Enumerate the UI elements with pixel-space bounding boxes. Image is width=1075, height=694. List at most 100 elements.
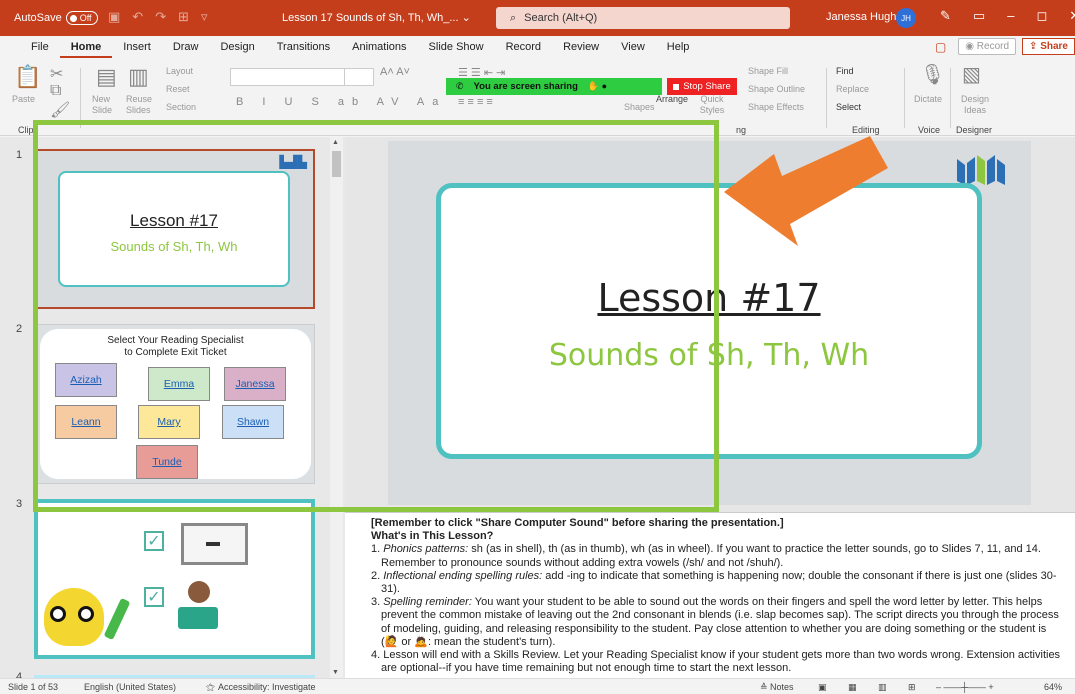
slide-thumbnail-3[interactable]: ✓ ✓ — [34, 499, 315, 659]
text-format-icons[interactable]: B I U S ab AV Aa — [236, 96, 446, 108]
close-icon[interactable]: ✕ — [1069, 8, 1075, 24]
font-grow-icon[interactable]: A˄ A˅ — [380, 66, 410, 78]
redo-icon[interactable]: ↷ — [155, 9, 166, 25]
reuse-slides-icon[interactable]: ▥ — [128, 64, 149, 90]
accessibility-status[interactable]: Accessibility: Investigate — [218, 682, 316, 692]
paste-icon[interactable]: 📋 — [14, 64, 41, 90]
share-button[interactable]: ⇪ Share — [1022, 38, 1075, 55]
specialist-button-mary[interactable]: Mary — [138, 405, 200, 439]
books-logo-icon — [957, 155, 1005, 185]
reading-view-icon[interactable]: ▥ — [878, 682, 887, 693]
tab-file[interactable]: File — [20, 36, 60, 58]
tab-draw[interactable]: Draw — [162, 36, 210, 58]
tab-slide-show[interactable]: Slide Show — [418, 36, 495, 58]
group-voice-label: Voice — [918, 125, 941, 135]
tab-animations[interactable]: Animations — [341, 36, 417, 58]
select-button[interactable]: Select — [836, 102, 861, 112]
tab-review[interactable]: Review — [552, 36, 610, 58]
dictate-button[interactable]: Dictate — [914, 94, 942, 104]
notes-item-2-label: Inflectional ending spelling rules: — [383, 569, 543, 582]
slide-show-icon[interactable]: ⊞ — [908, 682, 916, 693]
find-button[interactable]: Find — [836, 66, 854, 76]
notes-item-4: 4. Lesson will end with a Skills Review.… — [371, 649, 1061, 675]
specialist-button-janessa[interactable]: Janessa — [224, 367, 286, 401]
specialist-button-shawn[interactable]: Shawn — [222, 405, 284, 439]
cut-icon[interactable]: ✂ — [50, 64, 63, 84]
slide-thumbnail-2[interactable]: Select Your Reading Specialist to Comple… — [34, 324, 315, 484]
reset-button[interactable]: Reset — [166, 84, 190, 94]
tab-transitions[interactable]: Transitions — [266, 36, 341, 58]
undo-icon[interactable]: ↶ — [132, 9, 143, 25]
language-indicator[interactable]: English (United States) — [84, 682, 176, 692]
pin-icon[interactable]: ✋ ● — [588, 81, 607, 92]
tab-insert[interactable]: Insert — [112, 36, 162, 58]
tab-help[interactable]: Help — [656, 36, 701, 58]
mascot-eye — [50, 606, 66, 622]
normal-view-icon[interactable]: ▣ — [818, 682, 827, 693]
shape-effects-button[interactable]: Shape Effects — [748, 102, 804, 112]
zoom-level[interactable]: 64% — [1044, 682, 1062, 692]
document-title[interactable]: Lesson 17 Sounds of Sh, Th, Wh_... ⌄ — [282, 11, 471, 24]
design-ideas-button[interactable]: Design Ideas — [958, 94, 992, 116]
present-icon[interactable]: ⊞ — [178, 9, 189, 25]
quick-styles-button[interactable]: Quick Styles — [694, 94, 730, 116]
font-size-dropdown[interactable] — [344, 68, 374, 86]
autosave-control[interactable]: AutoSave Off — [14, 11, 98, 25]
title-card[interactable]: Lesson #17 Sounds of Sh, Th, Wh — [436, 183, 982, 459]
scroll-up-icon[interactable]: ▲ — [332, 139, 339, 146]
shapes-button[interactable]: Shapes — [624, 102, 655, 112]
ribbon-display-icon[interactable]: ▭ — [973, 8, 985, 24]
stop-share-button[interactable]: Stop Share — [667, 78, 737, 95]
notes-item-1-text: sh (as in shell), th (as in thumb), wh (… — [381, 543, 1041, 569]
current-slide[interactable]: Lesson #17 Sounds of Sh, Th, Wh — [388, 141, 1031, 505]
screen-share-status: You are screen sharing — [473, 81, 578, 92]
accessibility-icon[interactable]: ⚝ — [206, 682, 215, 693]
laptop-icon — [178, 607, 218, 629]
designer-icon[interactable]: ▧ — [962, 62, 981, 87]
tab-record[interactable]: Record — [495, 36, 552, 58]
copy-icon[interactable]: ⧉ — [50, 82, 61, 100]
specialist-button-azizah[interactable]: Azizah — [55, 363, 117, 397]
window-controls: ✎ ▭ – ◻ ✕ — [940, 8, 1075, 24]
slide-sorter-icon[interactable]: ▦ — [848, 682, 857, 693]
thumb-number: 1 — [16, 149, 23, 161]
shape-fill-button[interactable]: Shape Fill — [748, 66, 788, 76]
autosave-toggle[interactable]: Off — [65, 11, 98, 25]
record-button[interactable]: ◉ Record — [958, 38, 1017, 55]
thumbnail-scrollbar[interactable]: ▲ ▼ — [330, 137, 343, 678]
minimize-icon[interactable]: – — [1007, 8, 1014, 24]
replace-button[interactable]: Replace — [836, 84, 869, 94]
tab-view[interactable]: View — [610, 36, 656, 58]
share-label: Share — [1040, 41, 1068, 52]
microphone-icon[interactable]: 🎙 — [920, 62, 945, 87]
specialist-button-emma[interactable]: Emma — [148, 367, 210, 401]
specialist-button-tunde[interactable]: Tunde — [136, 445, 198, 479]
slide-title[interactable]: Lesson #17 — [441, 276, 977, 320]
slide-thumbnail-1[interactable]: ▙▟▙ Lesson #17 Sounds of Sh, Th, Wh — [34, 149, 315, 309]
slide-thumbnail-pane: 1 ▙▟▙ Lesson #17 Sounds of Sh, Th, Wh 2 … — [0, 137, 345, 678]
scroll-down-icon[interactable]: ▼ — [332, 669, 339, 676]
section-button[interactable]: Section — [166, 102, 196, 112]
save-icon[interactable]: ▣ — [108, 9, 120, 25]
pen-icon[interactable]: ✎ — [940, 8, 951, 24]
comments-icon[interactable]: ▢ — [929, 40, 952, 54]
shape-outline-button[interactable]: Shape Outline — [748, 84, 805, 94]
speaker-notes[interactable]: [Remember to click "Share Computer Sound… — [345, 512, 1075, 678]
align-icons[interactable]: ≡ ≡ ≡ ≡ — [458, 96, 493, 108]
notes-toggle[interactable]: ≙ Notes — [760, 682, 794, 693]
zoom-slider[interactable]: – ——┼—— + — [936, 682, 994, 692]
new-slide-icon[interactable]: ▤ — [96, 64, 117, 90]
tab-design[interactable]: Design — [209, 36, 265, 58]
specialist-button-leann[interactable]: Leann — [55, 405, 117, 439]
scrollbar-thumb[interactable] — [332, 151, 341, 177]
slide-subtitle[interactable]: Sounds of Sh, Th, Wh — [441, 338, 977, 373]
arrange-button[interactable]: Arrange — [656, 94, 688, 104]
layout-button[interactable]: Layout — [166, 66, 193, 76]
avatar[interactable]: JH — [896, 8, 916, 28]
format-painter-icon[interactable]: 🖌 — [50, 100, 70, 120]
ribbon-divider — [904, 68, 905, 128]
customize-icon[interactable]: ▿ — [201, 9, 208, 25]
search-box[interactable]: ⌕ Search (Alt+Q) — [496, 7, 790, 29]
tab-home[interactable]: Home — [59, 36, 113, 58]
restore-icon[interactable]: ◻ — [1036, 8, 1047, 24]
